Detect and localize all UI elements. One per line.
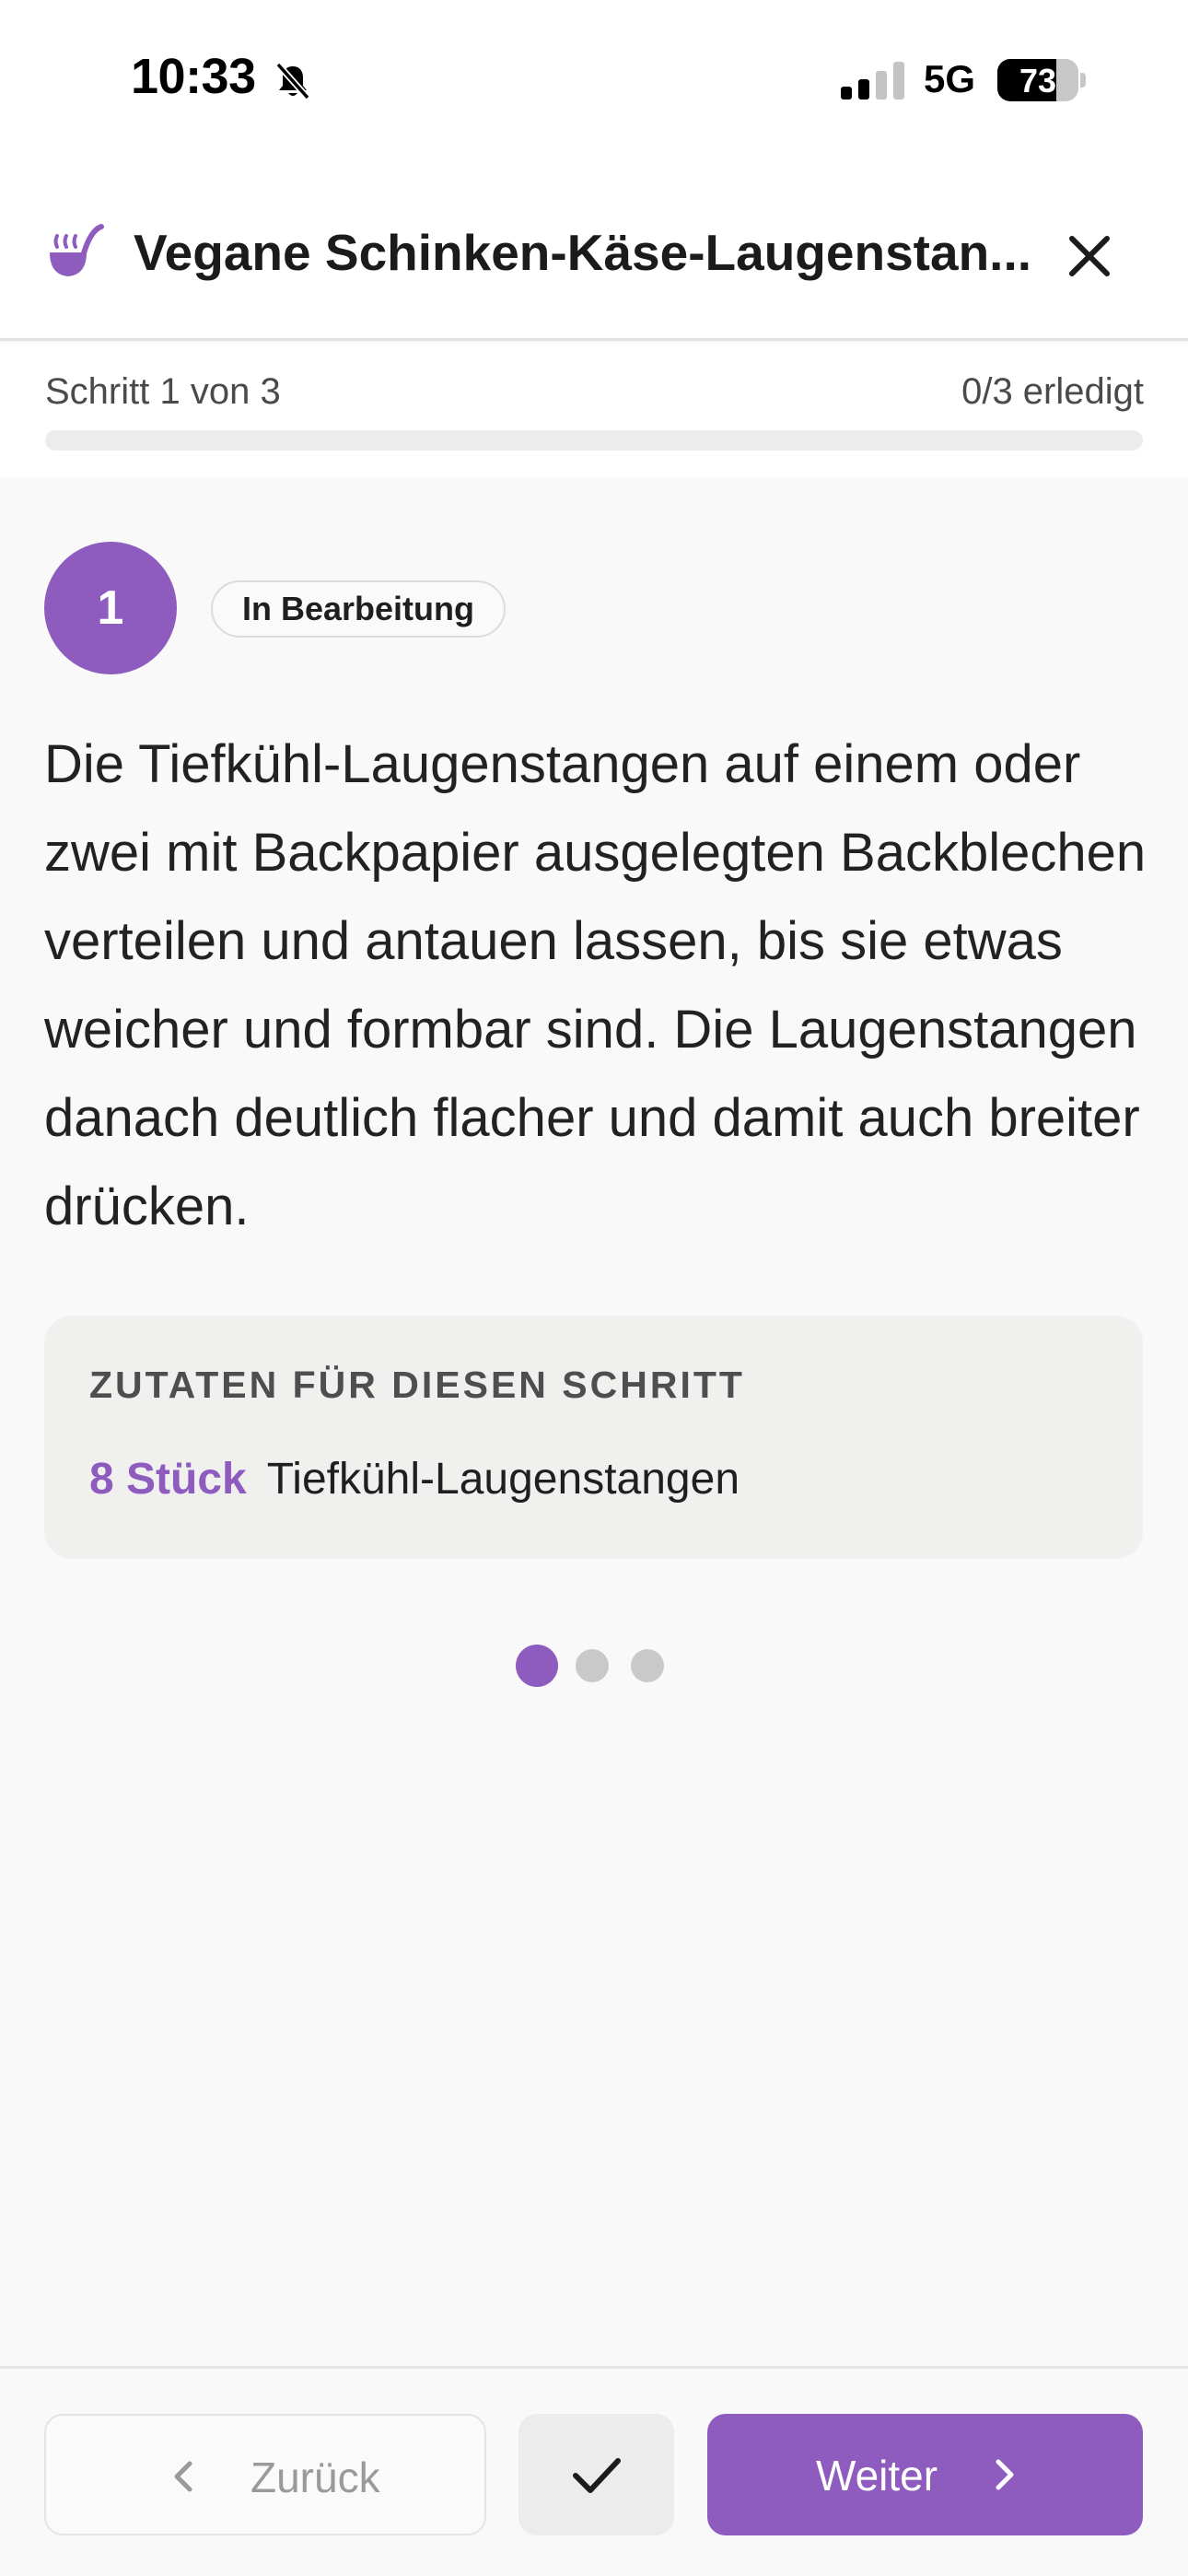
completed-counter: 0/3 erledigt [961, 371, 1144, 412]
step-counter: Schritt 1 von 3 [45, 371, 281, 412]
step-instruction: Die Tiefkühl-Laugenstangen auf einem ode… [44, 734, 1147, 1236]
battery-level: 73 [1019, 62, 1057, 100]
recipe-header: Vegane Schinken-Käse-Laugenstan... [0, 166, 1188, 341]
step-navigation: Zurück Weiter [0, 2366, 1188, 2576]
page-dot[interactable] [631, 1649, 664, 1682]
next-button-label: Weiter [816, 2452, 938, 2500]
chevron-right-icon [996, 2459, 1014, 2490]
step-number-badge: 1 [44, 542, 177, 674]
ingredient-item: 8 Stück Tiefkühl-Laugenstangen [89, 1454, 740, 1505]
ingredients-card: ZUTATEN FÜR DIESEN SCHRITT 8 Stück Tiefkü… [44, 1316, 1143, 1559]
close-icon[interactable] [1059, 226, 1120, 287]
back-button[interactable]: Zurück [44, 2414, 486, 2535]
step-progress: Schritt 1 von 3 0/3 erledigt [0, 344, 1188, 477]
cooking-step-screen: 10:33 5G 73 Vegane Schinken-Käse-Laugens… [0, 0, 1188, 2576]
battery-icon: 73 [997, 59, 1086, 101]
page-dot[interactable] [576, 1649, 609, 1682]
progress-bar [45, 430, 1143, 451]
back-button-label: Zurück [250, 2453, 380, 2501]
check-icon [573, 2458, 621, 2493]
mark-done-button[interactable] [518, 2414, 674, 2535]
network-type: 5G [924, 57, 976, 100]
bell-muted-icon [275, 62, 310, 100]
ladle-pot-icon [50, 224, 104, 276]
recipe-title: Vegane Schinken-Käse-Laugenstan... [134, 224, 1032, 281]
status-bar: 10:33 5G 73 [0, 0, 1188, 166]
status-badge: In Bearbeitung [211, 580, 507, 638]
cellular-signal-icon [841, 62, 904, 100]
status-time: 10:33 [131, 49, 256, 104]
next-button[interactable]: Weiter [707, 2414, 1143, 2535]
ingredient-name: Tiefkühl-Laugenstangen [266, 1455, 740, 1504]
chevron-left-icon [174, 2461, 192, 2492]
ingredient-quantity: 8 Stück [89, 1455, 247, 1504]
page-dot-active[interactable] [516, 1645, 558, 1687]
ingredients-title: ZUTATEN FÜR DIESEN SCHRITT [89, 1364, 745, 1406]
